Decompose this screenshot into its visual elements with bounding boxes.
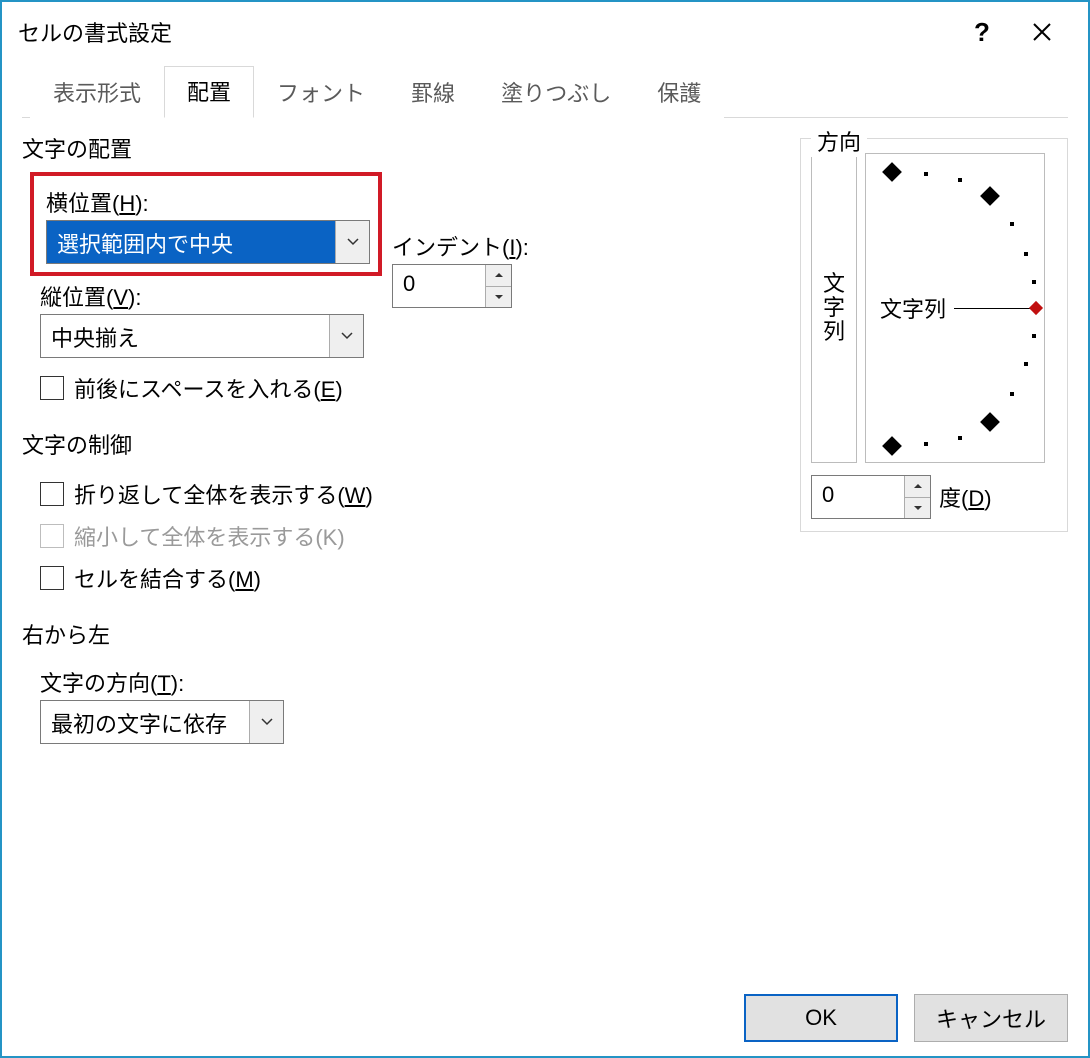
spinner-indent-down[interactable] — [486, 287, 511, 308]
group-rtl-title: 右から左 — [22, 618, 110, 650]
label-text-direction: 文字の方向(T): — [40, 666, 776, 698]
orientation-dial-handle[interactable] — [1029, 301, 1043, 315]
tab-font[interactable]: フォント — [254, 67, 388, 118]
chevron-down-icon — [494, 294, 504, 300]
checkbox-shrink-to-fit-label: 縮小して全体を表示する(K) — [74, 520, 345, 552]
orientation-tick-small-icon — [958, 436, 962, 440]
tab-bar: 表示形式 配置 フォント 罫線 塗りつぶし 保護 — [22, 70, 1068, 118]
checkbox-box-icon — [40, 566, 64, 590]
combo-vertical-pos-button[interactable] — [329, 315, 363, 357]
combo-text-direction[interactable]: 最初の文字に依存 — [40, 700, 284, 744]
checkbox-justify-distributed[interactable]: 前後にスペースを入れる(E) — [40, 372, 378, 404]
orientation-tick-small-icon — [924, 172, 928, 176]
checkbox-wrap-text-label: 折り返して全体を表示する(W) — [74, 478, 373, 510]
close-button[interactable] — [1012, 2, 1072, 62]
orientation-tick-small-icon — [958, 178, 962, 182]
combo-horizontal-pos-button[interactable] — [335, 221, 369, 263]
orientation-tick-icon — [882, 436, 902, 456]
tab-number[interactable]: 表示形式 — [30, 67, 164, 118]
chevron-down-icon — [261, 718, 273, 726]
combo-vertical-pos[interactable]: 中央揃え — [40, 314, 364, 358]
spinner-degrees-up[interactable] — [905, 476, 930, 498]
group-text-alignment-title: 文字の配置 — [22, 132, 132, 164]
orientation-tick-small-icon — [1032, 334, 1036, 338]
group-orientation-title: 方向 — [811, 125, 867, 157]
close-icon — [1032, 22, 1052, 42]
highlight-horizontal-pos: 横位置(H): 選択範囲内で中央 — [30, 172, 382, 276]
ok-button[interactable]: OK — [744, 994, 898, 1042]
group-text-control: 文字の制御 折り返して全体を表示する(W) 縮小して全体を表示する(K) — [22, 428, 776, 608]
orientation-dial[interactable]: 文字列 — [865, 153, 1045, 463]
tab-border[interactable]: 罫線 — [388, 67, 478, 118]
chevron-down-icon — [347, 238, 359, 246]
chevron-up-icon — [494, 272, 504, 278]
label-horizontal-pos: 横位置(H): — [46, 186, 370, 218]
spinner-degrees-down[interactable] — [905, 498, 930, 519]
orientation-vertical-text-label: 文字列 — [823, 272, 845, 345]
combo-vertical-pos-value: 中央揃え — [41, 315, 329, 357]
spinner-indent-up[interactable] — [486, 265, 511, 287]
tab-protection[interactable]: 保護 — [634, 67, 724, 118]
checkbox-box-icon — [40, 376, 64, 400]
checkbox-shrink-to-fit: 縮小して全体を表示する(K) — [40, 520, 776, 552]
group-text-control-title: 文字の制御 — [22, 428, 132, 460]
checkbox-box-icon — [40, 482, 64, 506]
checkbox-merge-cells-label: セルを結合する(M) — [74, 562, 261, 594]
window-title: セルの書式設定 — [18, 16, 952, 48]
group-orientation: 方向 文字列 文字列 — [800, 138, 1068, 532]
label-degrees: 度(D) — [939, 481, 992, 513]
orientation-dial-label: 文字列 — [880, 292, 946, 324]
combo-text-direction-button[interactable] — [249, 701, 283, 743]
orientation-tick-icon — [980, 186, 1000, 206]
combo-text-direction-value: 最初の文字に依存 — [41, 701, 249, 743]
orientation-tick-small-icon — [1010, 392, 1014, 396]
chevron-up-icon — [913, 483, 923, 489]
spinner-degrees[interactable]: 0 — [811, 475, 931, 519]
group-text-alignment: 文字の配置 横位置(H): 選択範囲内で中央 — [22, 132, 776, 418]
titlebar: セルの書式設定 ? — [2, 2, 1088, 62]
chevron-down-icon — [341, 332, 353, 340]
checkbox-merge-cells[interactable]: セルを結合する(M) — [40, 562, 776, 594]
orientation-tick-small-icon — [1032, 280, 1036, 284]
orientation-tick-icon — [882, 162, 902, 182]
help-button[interactable]: ? — [952, 2, 1012, 62]
dialog-button-row: OK キャンセル — [744, 994, 1068, 1042]
orientation-vertical-text-button[interactable]: 文字列 — [811, 153, 857, 463]
group-rtl: 右から左 文字の方向(T): 最初の文字に依存 — [22, 618, 776, 748]
combo-horizontal-pos-value: 選択範囲内で中央 — [47, 221, 335, 263]
spinner-indent-value: 0 — [393, 265, 485, 307]
checkbox-wrap-text[interactable]: 折り返して全体を表示する(W) — [40, 478, 776, 510]
spinner-degrees-value: 0 — [812, 476, 904, 518]
chevron-down-icon — [913, 505, 923, 511]
orientation-tick-small-icon — [1024, 252, 1028, 256]
orientation-tick-icon — [980, 412, 1000, 432]
checkbox-justify-distributed-label: 前後にスペースを入れる(E) — [74, 372, 343, 404]
orientation-tick-small-icon — [1010, 222, 1014, 226]
spinner-indent[interactable]: 0 — [392, 264, 512, 308]
label-indent: インデント(I): — [392, 230, 529, 262]
checkbox-box-icon — [40, 524, 64, 548]
tab-alignment[interactable]: 配置 — [164, 66, 254, 118]
orientation-tick-small-icon — [924, 442, 928, 446]
cancel-button[interactable]: キャンセル — [914, 994, 1068, 1042]
orientation-tick-small-icon — [1024, 362, 1028, 366]
combo-horizontal-pos[interactable]: 選択範囲内で中央 — [46, 220, 370, 264]
label-vertical-pos: 縦位置(V): — [40, 280, 378, 312]
tab-fill[interactable]: 塗りつぶし — [478, 67, 634, 118]
orientation-dial-line — [954, 308, 1032, 309]
